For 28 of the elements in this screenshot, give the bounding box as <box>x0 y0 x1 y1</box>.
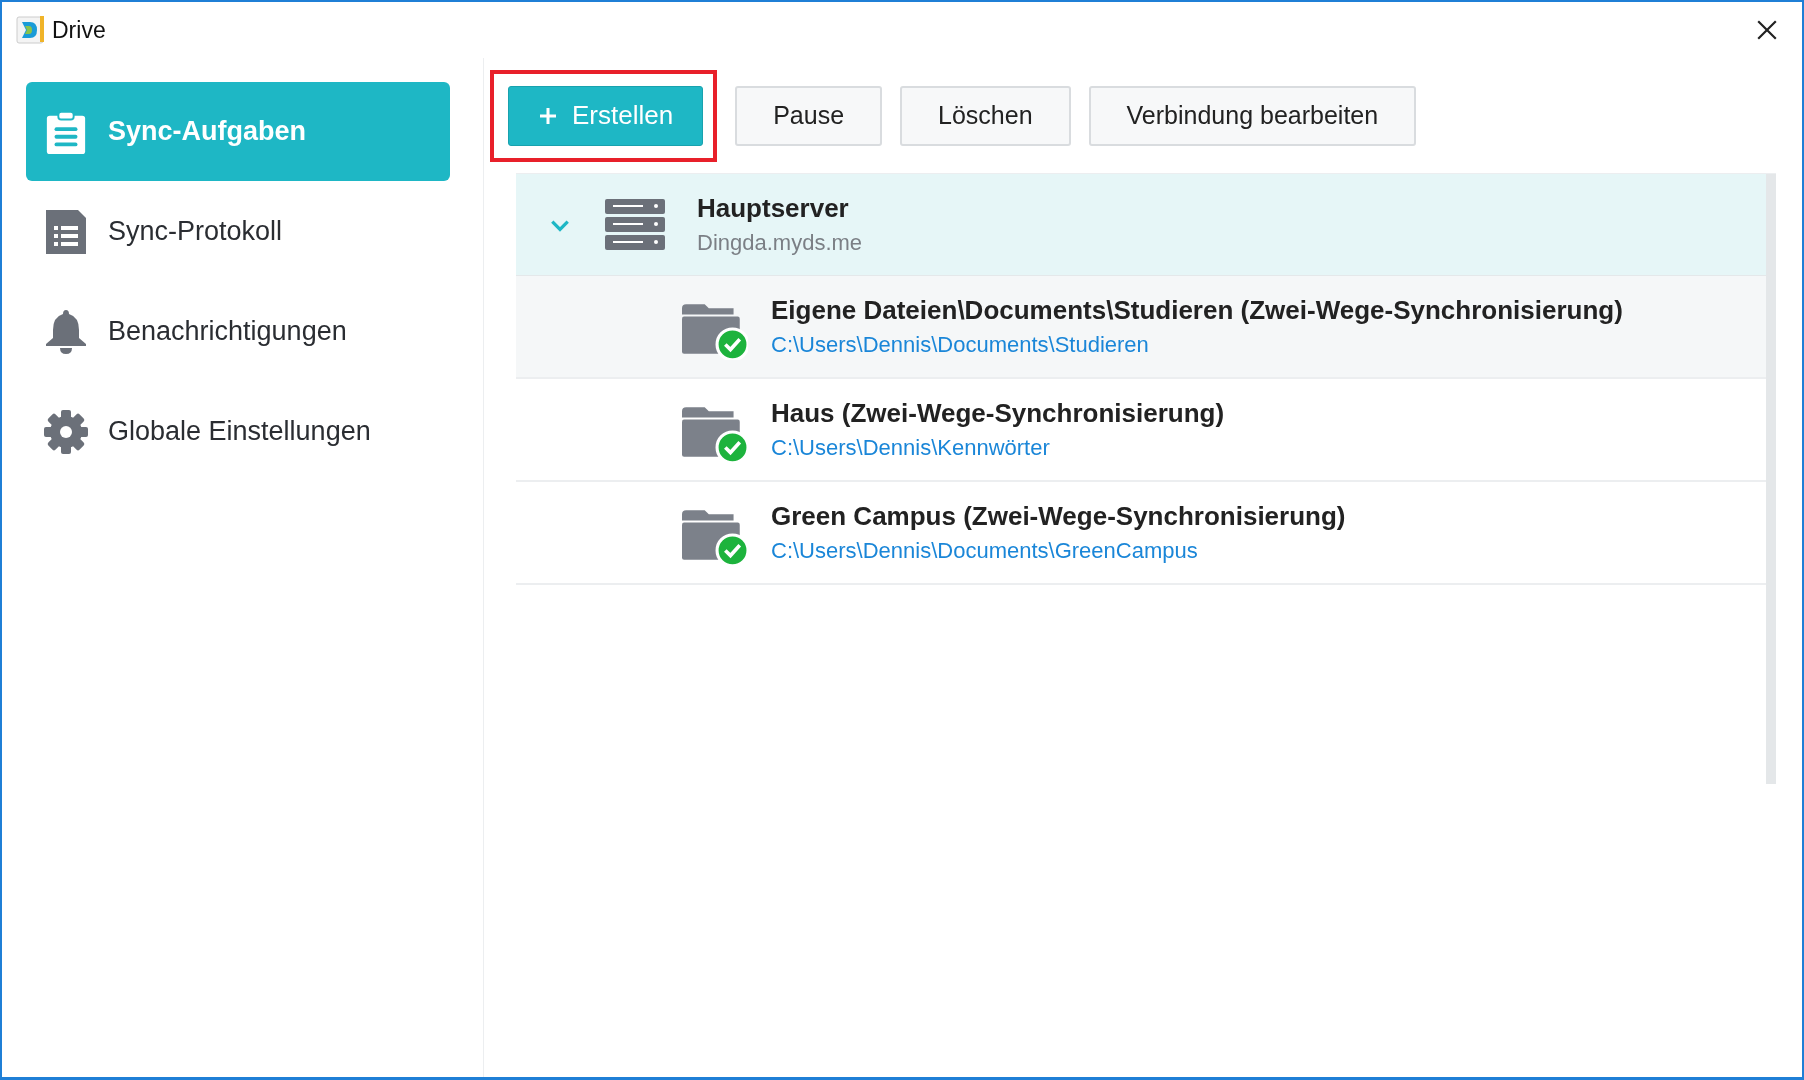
bell-icon <box>44 309 88 354</box>
close-icon[interactable] <box>1756 19 1778 41</box>
toolbar-button[interactable]: Löschen <box>900 85 1071 146</box>
toolbar-button[interactable]: Pause <box>735 85 883 146</box>
list-document-icon <box>44 209 88 254</box>
sidebar-item[interactable]: Benachrichtigungen <box>26 282 450 381</box>
sync-task-row[interactable]: Haus (Zwei-Wege-Synchronisierung) C:\Users\Dennis\Kennwörter <box>516 379 1766 482</box>
window-title: Drive <box>52 16 106 44</box>
server-address: Dingda.myds.me <box>697 230 863 256</box>
task-title: Eigene Dateien\Documents\Studieren (Zwei-Wege-Synchronisierung) <box>771 295 1623 326</box>
settings-icon <box>44 409 88 454</box>
task-path-link[interactable]: C:\Users\Dennis\Kennwörter <box>771 435 1225 461</box>
task-path-link[interactable]: C:\Users\Dennis\Documents\Studieren <box>771 332 1623 358</box>
task-title: Haus (Zwei-Wege-Synchronisierung) <box>771 398 1225 429</box>
task-title: Green Campus (Zwei-Wege-Synchronisierung) <box>771 501 1346 532</box>
sync-task-row[interactable]: Green Campus (Zwei-Wege-Synchronisierung) C:\Users\Dennis\Documents\GreenCampus <box>516 482 1766 585</box>
sync-task-row[interactable]: Eigene Dateien\Documents\Studieren (Zwei-Wege-Synchronisierung) C:\Users\Dennis\Documents\Studieren <box>516 276 1766 379</box>
clipboard-icon <box>44 109 88 154</box>
scrollbar[interactable] <box>1766 174 1776 784</box>
server-header[interactable]: Hauptserver Dingda.myds.me <box>516 174 1766 276</box>
toolbar-button[interactable]: Verbindung bearbeiten <box>1088 85 1417 146</box>
server-name: Hauptserver <box>697 193 850 224</box>
sidebar-item[interactable]: Globale Einstellungen <box>26 382 450 481</box>
sidebar-item[interactable]: Sync-Protokoll <box>26 182 450 281</box>
app-logo-icon <box>16 15 46 45</box>
plus-icon <box>538 105 558 126</box>
task-path-link[interactable]: C:\Users\Dennis\Documents\GreenCampus <box>771 538 1346 564</box>
server-icon <box>605 198 665 251</box>
